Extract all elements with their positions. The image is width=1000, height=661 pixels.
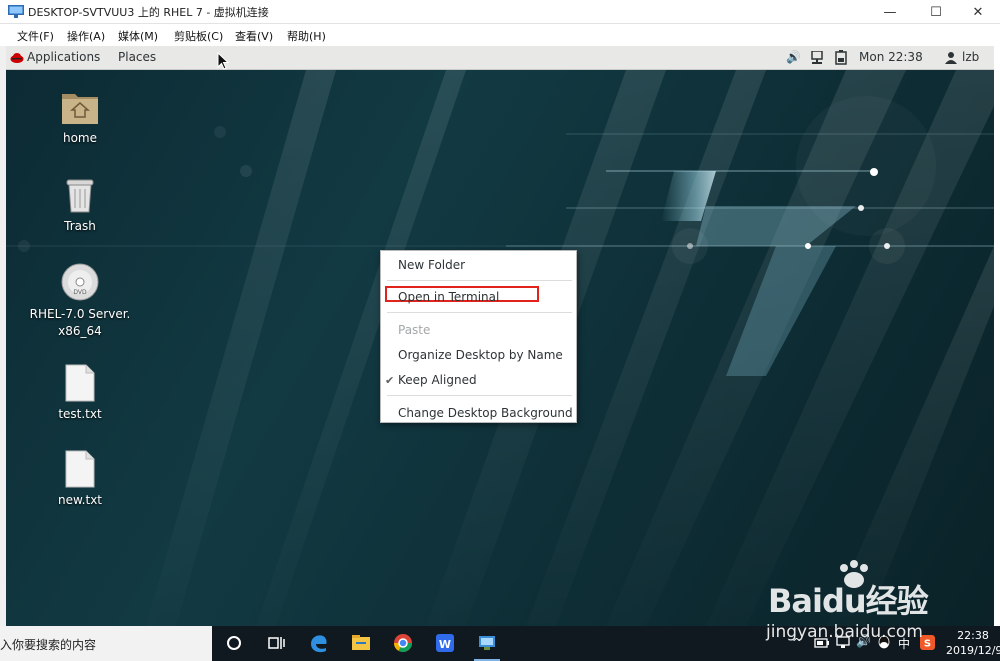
- user-menu-label[interactable]: lzb: [962, 50, 979, 64]
- text-file-icon: [65, 450, 95, 488]
- volume-icon[interactable]: 🔊: [786, 50, 801, 64]
- chrome-icon[interactable]: [392, 632, 414, 654]
- desktop-context-menu: New Folder Open in Terminal Paste Organi…: [380, 250, 577, 423]
- places-menu[interactable]: Places: [118, 50, 156, 64]
- host-menubar: 文件(F) 操作(A) 媒体(M) 剪贴板(C) 查看(V) 帮助(H): [0, 24, 1000, 46]
- menu-item-open-in-terminal[interactable]: Open in Terminal: [398, 290, 499, 304]
- mouse-pointer-icon: [217, 52, 229, 70]
- desktop-item-label: Trash: [64, 219, 96, 233]
- clock[interactable]: Mon 22:38: [859, 50, 923, 64]
- menu-item-new-folder[interactable]: New Folder: [398, 258, 465, 272]
- taskbar-date: 2019/12/9: [946, 644, 1000, 657]
- maximize-button[interactable]: ☐: [914, 0, 958, 24]
- svg-text:DVD: DVD: [73, 289, 87, 296]
- menu-item-keep-aligned[interactable]: Keep Aligned: [398, 373, 477, 387]
- minimize-button[interactable]: —: [868, 0, 912, 24]
- watermark-url: jingyan.baidu.com: [766, 622, 923, 642]
- menu-item-organize-desktop[interactable]: Organize Desktop by Name: [398, 348, 563, 362]
- applications-menu[interactable]: Applications: [27, 50, 100, 64]
- menu-clipboard[interactable]: 剪贴板(C): [174, 28, 223, 44]
- desktop-item-label: test.txt: [58, 407, 102, 421]
- desktop-item-home[interactable]: home: [20, 88, 140, 147]
- vm-screen[interactable]: Applications Places 🔊 Mon 22:38 lzb home: [6, 46, 994, 626]
- close-button[interactable]: ✕: [956, 0, 1000, 24]
- menu-help[interactable]: 帮助(H): [287, 28, 326, 44]
- taskbar-clock[interactable]: 22:38 2019/12/9: [946, 628, 1000, 658]
- host-titlebar: DESKTOP-SVTVUU3 上的 RHEL 7 - 虚拟机连接 — ☐ ✕: [0, 0, 1000, 24]
- menu-view[interactable]: 查看(V): [235, 28, 273, 44]
- desktop-item-dvd[interactable]: DVD RHEL-7.0 Server. x86_64: [20, 262, 140, 340]
- edge-browser-icon[interactable]: [308, 632, 330, 654]
- network-wired-icon[interactable]: [811, 51, 823, 65]
- text-file-icon: [65, 364, 95, 402]
- window-title: DESKTOP-SVTVUU3 上的 RHEL 7 - 虚拟机连接: [28, 6, 269, 19]
- menu-separator: [387, 280, 572, 281]
- desktop-item-new-txt[interactable]: new.txt: [20, 450, 140, 509]
- desktop-item-label: new.txt: [57, 493, 103, 507]
- taskbar-search-box[interactable]: 入你要搜索的内容: [0, 626, 212, 661]
- desktop-item-label: RHEL-7.0 Server.: [29, 307, 131, 321]
- dvd-icon: DVD: [61, 263, 99, 301]
- user-icon[interactable]: [945, 51, 957, 64]
- desktop-item-trash[interactable]: Trash: [20, 176, 140, 235]
- redhat-logo-icon: [10, 53, 24, 63]
- svg-text:W: W: [439, 638, 451, 651]
- battery-icon[interactable]: [835, 50, 847, 65]
- desktop-item-label: home: [62, 131, 98, 145]
- taskbar-time: 22:38: [957, 629, 989, 642]
- checkmark-icon: ✔: [385, 374, 395, 387]
- cortana-icon[interactable]: [223, 632, 245, 654]
- trash-icon: [66, 179, 94, 213]
- baidu-jingyan-watermark: Baidu经验 jingyan.baidu.com: [766, 560, 946, 650]
- menu-separator: [387, 312, 572, 313]
- hyperv-vm-connection-icon[interactable]: [476, 632, 498, 654]
- desktop-item-label-line2: x86_64: [58, 324, 102, 338]
- gnome-top-bar: Applications Places 🔊 Mon 22:38 lzb: [6, 46, 994, 70]
- search-placeholder: 入你要搜索的内容: [0, 638, 97, 652]
- watermark-brand: Baidu经验: [768, 582, 929, 620]
- menu-action[interactable]: 操作(A): [67, 28, 105, 44]
- menu-item-change-background[interactable]: Change Desktop Background: [398, 406, 573, 420]
- task-view-icon[interactable]: [265, 632, 287, 654]
- home-folder-icon: [62, 94, 98, 124]
- menu-media[interactable]: 媒体(M): [118, 28, 158, 44]
- menu-file[interactable]: 文件(F): [17, 28, 54, 44]
- file-explorer-icon[interactable]: [350, 632, 372, 654]
- wps-writer-icon[interactable]: W: [434, 632, 456, 654]
- menu-item-paste: Paste: [398, 323, 431, 337]
- vm-connection-icon: [8, 5, 24, 18]
- desktop-item-test-txt[interactable]: test.txt: [20, 364, 140, 423]
- menu-separator: [387, 395, 572, 396]
